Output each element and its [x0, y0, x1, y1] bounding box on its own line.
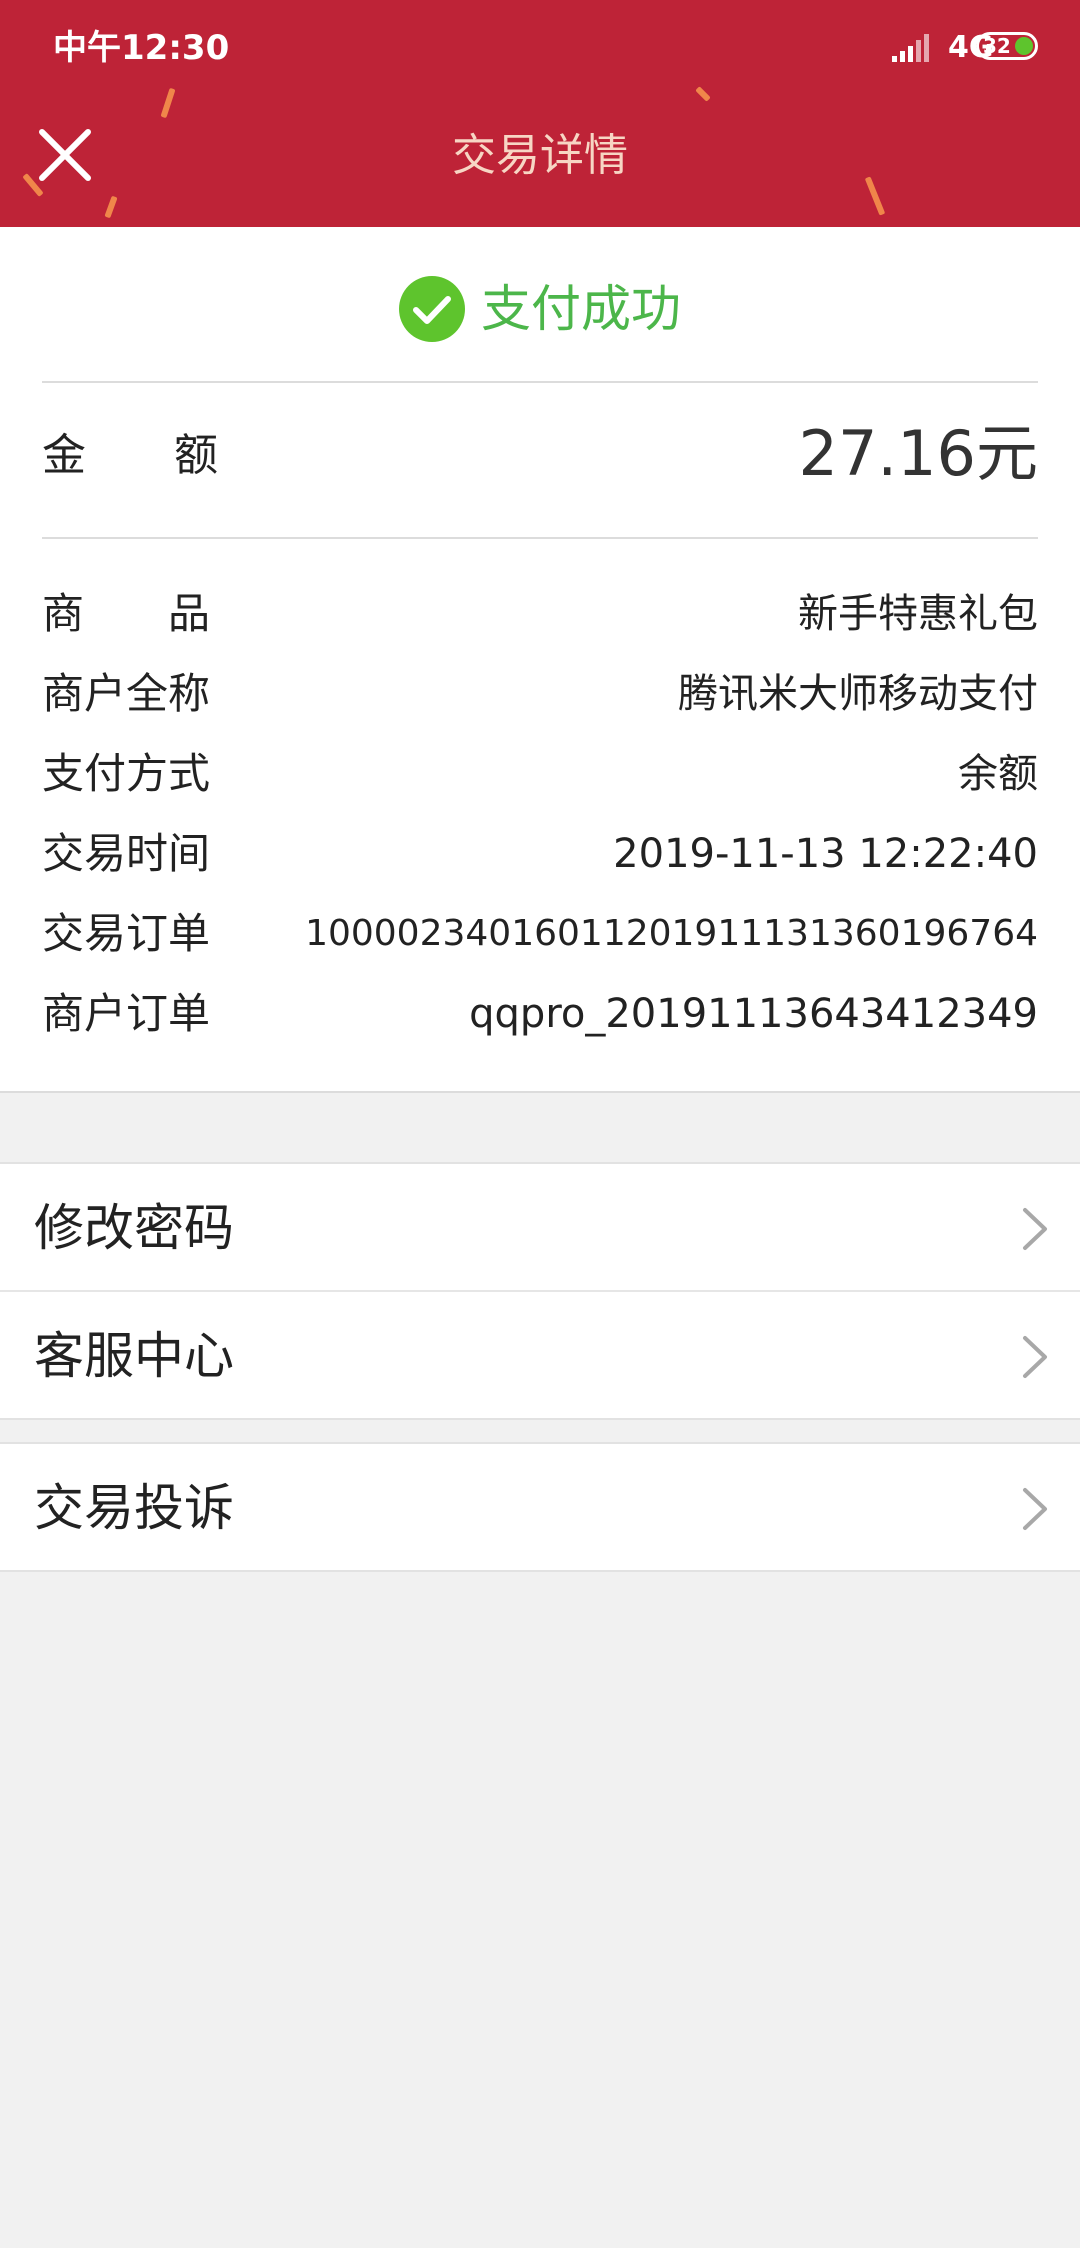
- detail-label: 商户订单: [42, 989, 211, 1038]
- confetti-decoration: [104, 195, 118, 219]
- menu-item-customer-service[interactable]: 客服中心: [0, 1290, 1080, 1418]
- detail-row-product: 商 品 新手特惠礼包: [42, 584, 1038, 644]
- chevron-right-icon: [1023, 1208, 1047, 1250]
- detail-row-time: 交易时间 2019-11-13 12:22:40: [42, 824, 1038, 884]
- status-time: 中午12:30: [53, 28, 230, 68]
- amount-label: 金 额: [42, 430, 218, 481]
- detail-label: 交易订单: [42, 909, 211, 958]
- signal-icon: [892, 34, 929, 62]
- transaction-detail-card: 支付成功 金 额 27.16元 商 品 新手特惠礼包 商户全称 腾讯米大师移动支…: [0, 227, 1080, 1093]
- detail-label: 商户全称: [42, 669, 211, 718]
- chevron-right-icon: [1023, 1336, 1047, 1378]
- status-bar: 中午12:30 4G 32: [0, 0, 1080, 96]
- detail-value: 腾讯米大师移动支付: [678, 671, 1038, 717]
- menu-item-label: 客服中心: [34, 1327, 234, 1385]
- menu-item-change-password[interactable]: 修改密码: [0, 1164, 1080, 1290]
- payment-status-text: 支付成功: [481, 280, 681, 338]
- menu-item-transaction-complaint[interactable]: 交易投诉: [0, 1444, 1080, 1570]
- menu-item-label: 修改密码: [34, 1199, 234, 1257]
- check-circle-icon: [399, 276, 465, 342]
- menu-item-label: 交易投诉: [34, 1479, 234, 1537]
- detail-value: 10000234016011201911131360196764: [305, 913, 1038, 954]
- divider: [42, 537, 1038, 539]
- detail-value: 新手特惠礼包: [798, 591, 1038, 637]
- detail-row-payment-method: 支付方式 余额: [42, 744, 1038, 804]
- detail-label: 支付方式: [42, 749, 211, 798]
- detail-value: 2019-11-13 12:22:40: [613, 831, 1038, 877]
- detail-row-merchant: 商户全称 腾讯米大师移动支付: [42, 664, 1038, 724]
- detail-row-transaction-order: 交易订单 10000234016011201911131360196764: [42, 904, 1038, 964]
- detail-label: 商 品: [42, 589, 211, 638]
- account-menu-group: 修改密码 客服中心: [0, 1162, 1080, 1420]
- battery-percent: 32: [983, 34, 1011, 58]
- divider: [42, 381, 1038, 383]
- detail-value: 余额: [958, 751, 1038, 797]
- complaint-menu-group: 交易投诉: [0, 1442, 1080, 1572]
- app-header: 中午12:30 4G 32 交易详情: [0, 0, 1080, 227]
- chevron-right-icon: [1023, 1488, 1047, 1530]
- battery-icon: 32: [976, 32, 1038, 60]
- amount-value: 27.16元: [798, 417, 1039, 490]
- detail-row-merchant-order: 商户订单 qqpro_20191113643412349: [42, 984, 1038, 1044]
- detail-value: qqpro_20191113643412349: [469, 991, 1038, 1037]
- battery-level: [1015, 37, 1033, 55]
- payment-result: 支付成功: [0, 269, 1080, 349]
- page-title: 交易详情: [452, 130, 628, 181]
- detail-label: 交易时间: [42, 829, 211, 878]
